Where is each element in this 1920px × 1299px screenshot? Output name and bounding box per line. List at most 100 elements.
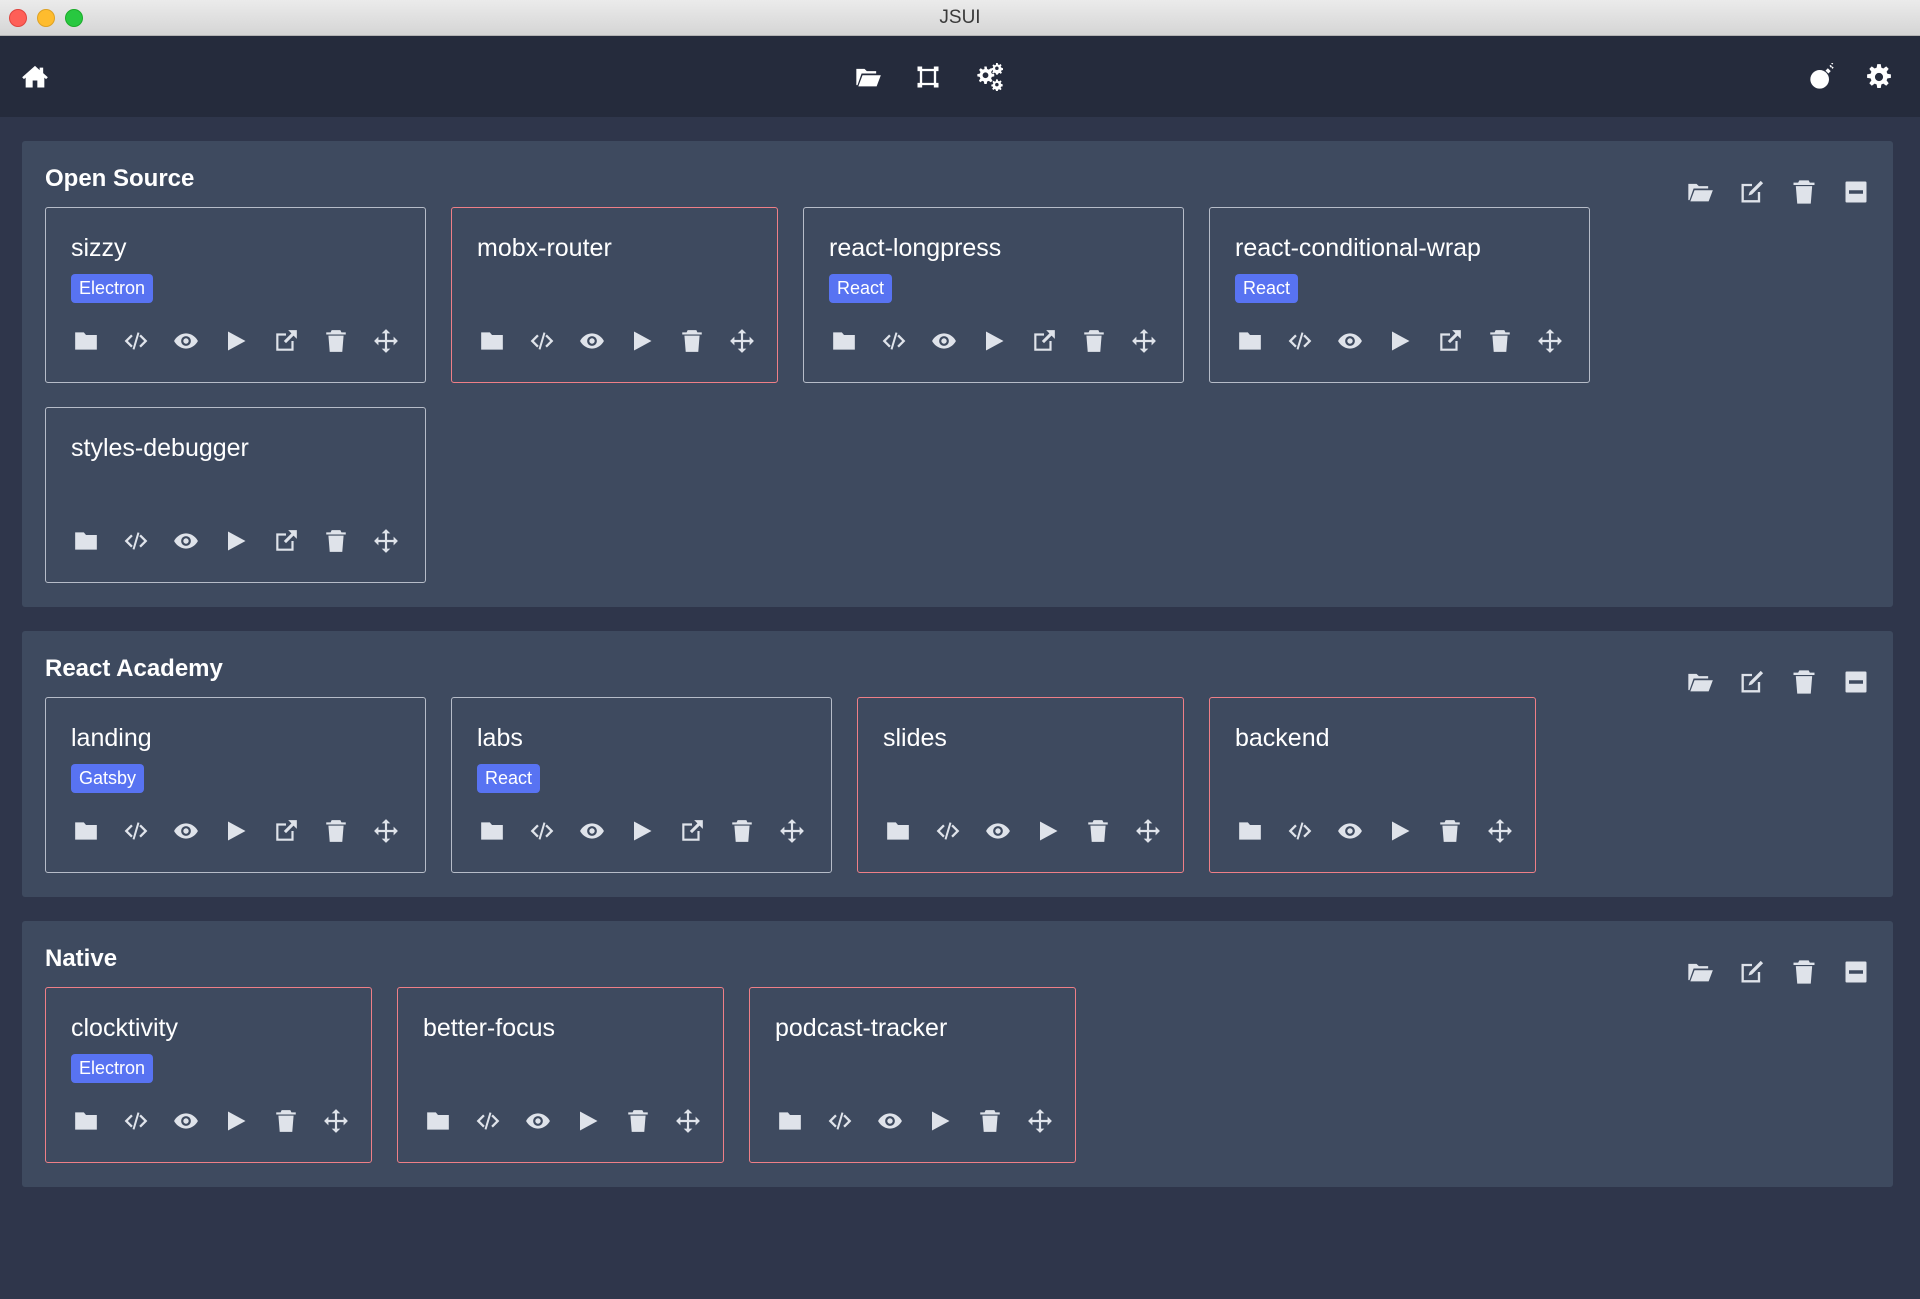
move-project-handle[interactable] <box>321 1106 351 1136</box>
open-code-button[interactable] <box>473 1106 503 1136</box>
bomb-button[interactable] <box>1805 60 1839 94</box>
group-edit-button[interactable] <box>1737 957 1767 987</box>
preview-button[interactable] <box>171 816 201 846</box>
preview-button[interactable] <box>1335 326 1365 356</box>
trash-icon <box>732 820 752 842</box>
open-folder-button[interactable] <box>1235 326 1265 356</box>
group-delete-button[interactable] <box>1789 957 1819 987</box>
move-project-handle[interactable] <box>371 526 401 556</box>
settings-cogs-button[interactable] <box>972 60 1006 94</box>
open-code-button[interactable] <box>121 816 151 846</box>
home-button[interactable] <box>18 60 52 94</box>
delete-project-button[interactable] <box>1485 326 1515 356</box>
run-button[interactable] <box>221 816 251 846</box>
group-open-folder-button[interactable] <box>1685 177 1715 207</box>
open-folder-button[interactable] <box>423 1106 453 1136</box>
open-folder-button[interactable] <box>71 526 101 556</box>
open-external-button[interactable] <box>1435 326 1465 356</box>
open-folder-button[interactable] <box>477 326 507 356</box>
preview-button[interactable] <box>1335 816 1365 846</box>
group-open-folder-button[interactable] <box>1685 957 1715 987</box>
move-project-handle[interactable] <box>1025 1106 1055 1136</box>
delete-project-button[interactable] <box>1435 816 1465 846</box>
run-button[interactable] <box>979 326 1009 356</box>
delete-project-button[interactable] <box>677 326 707 356</box>
open-external-button[interactable] <box>271 326 301 356</box>
preview-button[interactable] <box>875 1106 905 1136</box>
open-external-button[interactable] <box>677 816 707 846</box>
open-folder-button[interactable] <box>71 1106 101 1136</box>
open-code-button[interactable] <box>527 326 557 356</box>
open-folder-button[interactable] <box>1235 816 1265 846</box>
move-project-handle[interactable] <box>673 1106 703 1136</box>
group-edit-button[interactable] <box>1737 667 1767 697</box>
open-external-button[interactable] <box>271 526 301 556</box>
open-code-button[interactable] <box>933 816 963 846</box>
delete-project-button[interactable] <box>321 816 351 846</box>
group-open-folder-button[interactable] <box>1685 667 1715 697</box>
preview-button[interactable] <box>171 526 201 556</box>
group-delete-button[interactable] <box>1789 667 1819 697</box>
open-folder-button[interactable] <box>883 816 913 846</box>
open-external-button[interactable] <box>271 816 301 846</box>
delete-project-button[interactable] <box>271 1106 301 1136</box>
move-project-handle[interactable] <box>371 326 401 356</box>
preview-button[interactable] <box>577 816 607 846</box>
preview-button[interactable] <box>929 326 959 356</box>
project-actions <box>1235 326 1565 356</box>
preview-button[interactable] <box>577 326 607 356</box>
preview-button[interactable] <box>171 326 201 356</box>
run-button[interactable] <box>221 326 251 356</box>
run-button[interactable] <box>627 326 657 356</box>
move-project-handle[interactable] <box>1129 326 1159 356</box>
open-code-button[interactable] <box>121 1106 151 1136</box>
open-folder-button[interactable] <box>477 816 507 846</box>
run-button[interactable] <box>1385 816 1415 846</box>
open-folder-button[interactable] <box>851 60 885 94</box>
preview-button[interactable] <box>983 816 1013 846</box>
open-external-button[interactable] <box>1029 326 1059 356</box>
preview-button[interactable] <box>523 1106 553 1136</box>
top-toolbar <box>0 36 1920 117</box>
eye-icon <box>580 333 604 349</box>
open-folder-button[interactable] <box>775 1106 805 1136</box>
group-collapse-button[interactable] <box>1841 667 1871 697</box>
delete-project-button[interactable] <box>975 1106 1005 1136</box>
open-folder-button[interactable] <box>71 326 101 356</box>
move-project-handle[interactable] <box>1485 816 1515 846</box>
run-button[interactable] <box>1033 816 1063 846</box>
group-collapse-button[interactable] <box>1841 957 1871 987</box>
run-button[interactable] <box>573 1106 603 1136</box>
open-code-button[interactable] <box>879 326 909 356</box>
preview-button[interactable] <box>171 1106 201 1136</box>
delete-project-button[interactable] <box>623 1106 653 1136</box>
open-code-button[interactable] <box>121 326 151 356</box>
open-code-button[interactable] <box>527 816 557 846</box>
group-collapse-button[interactable] <box>1841 177 1871 207</box>
group-delete-button[interactable] <box>1789 177 1819 207</box>
open-folder-button[interactable] <box>71 816 101 846</box>
settings-button[interactable] <box>1862 60 1896 94</box>
open-code-button[interactable] <box>825 1106 855 1136</box>
move-project-handle[interactable] <box>1133 816 1163 846</box>
run-button[interactable] <box>221 1106 251 1136</box>
group-edit-button[interactable] <box>1737 177 1767 207</box>
delete-project-button[interactable] <box>1083 816 1113 846</box>
delete-project-button[interactable] <box>321 326 351 356</box>
delete-project-button[interactable] <box>321 526 351 556</box>
run-button[interactable] <box>1385 326 1415 356</box>
open-code-button[interactable] <box>121 526 151 556</box>
run-button[interactable] <box>221 526 251 556</box>
open-folder-button[interactable] <box>829 326 859 356</box>
crop-button[interactable] <box>911 60 945 94</box>
move-project-handle[interactable] <box>371 816 401 846</box>
move-project-handle[interactable] <box>727 326 757 356</box>
open-code-button[interactable] <box>1285 326 1315 356</box>
delete-project-button[interactable] <box>727 816 757 846</box>
run-button[interactable] <box>925 1106 955 1136</box>
move-project-handle[interactable] <box>777 816 807 846</box>
run-button[interactable] <box>627 816 657 846</box>
move-project-handle[interactable] <box>1535 326 1565 356</box>
delete-project-button[interactable] <box>1079 326 1109 356</box>
open-code-button[interactable] <box>1285 816 1315 846</box>
